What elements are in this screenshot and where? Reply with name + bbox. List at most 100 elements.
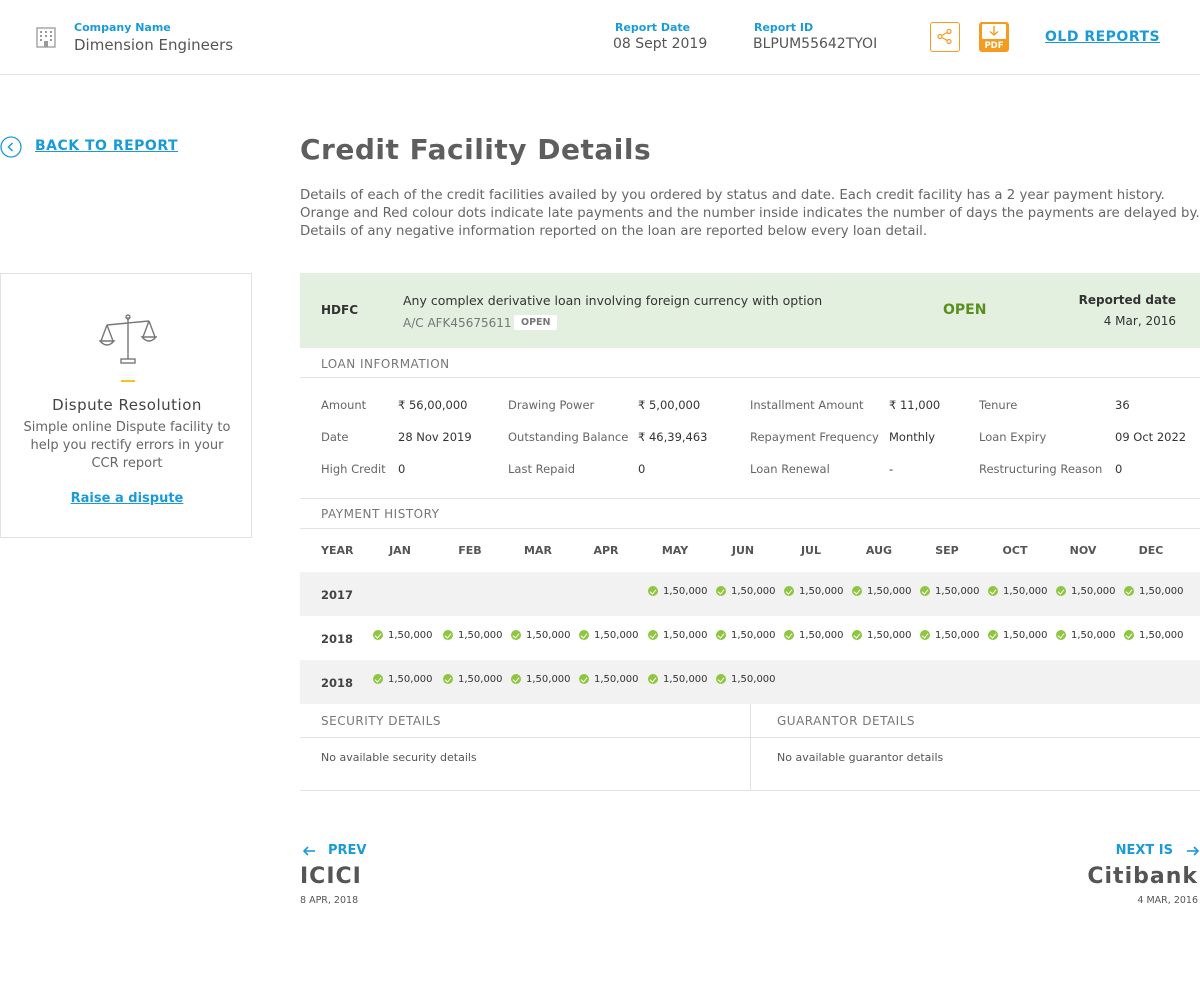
payment-cell: 1,50,000: [579, 674, 639, 685]
prev-label[interactable]: PREV: [328, 843, 366, 858]
bank-name: HDFC: [321, 303, 359, 317]
prev-bank[interactable]: ICICI: [300, 864, 362, 889]
month-header-jun: JUN: [731, 544, 755, 557]
paid-on-time-icon: [852, 586, 862, 596]
payment-year: 2017: [321, 588, 354, 602]
outstanding-balance-value: ₹ 46,39,463: [638, 430, 708, 444]
guarantor-heading: GUARANTOR DETAILS: [777, 714, 916, 728]
scales-icon: [98, 313, 158, 371]
payment-amount: 1,50,000: [388, 630, 433, 641]
paid-on-time-icon: [852, 630, 862, 640]
payment-cell: 1,50,000: [648, 630, 708, 641]
payment-cell: 1,50,000: [716, 674, 776, 685]
month-header-jul: JUL: [800, 544, 822, 557]
month-header-aug: AUG: [865, 544, 893, 557]
payment-history-heading: PAYMENT HISTORY: [321, 507, 440, 521]
dispute-resolution-card: Dispute Resolution Simple online Dispute…: [0, 273, 252, 538]
date-value: 28 Nov 2019: [398, 430, 472, 444]
paid-on-time-icon: [716, 674, 726, 684]
pdf-label: PDF: [984, 41, 1004, 51]
last-repaid-label: Last Repaid: [508, 462, 576, 476]
payment-amount: 1,50,000: [1139, 630, 1184, 641]
payment-cell: 1,50,000: [511, 674, 571, 685]
restructuring-reason-label: Restructuring Reason: [979, 462, 1103, 476]
dispute-text: Simple online Dispute facility to help y…: [23, 420, 231, 471]
next-facility[interactable]: NEXT IS Citibank 4 MAR, 2016: [1050, 842, 1200, 912]
payment-cell: 1,50,000: [648, 586, 708, 597]
payment-cell: 1,50,000: [988, 586, 1048, 597]
raise-dispute-link[interactable]: Raise a dispute: [1, 491, 253, 506]
payment-amount: 1,50,000: [935, 630, 980, 641]
payment-amount: 1,50,000: [867, 630, 912, 641]
pdf-download-icon[interactable]: PDF: [979, 22, 1009, 52]
payment-amount: 1,50,000: [731, 586, 776, 597]
next-date: 4 MAR, 2016: [1137, 895, 1198, 906]
page-description: Details of each of the credit facilities…: [300, 188, 1200, 239]
month-header-feb: FEB: [458, 544, 482, 557]
divider: [300, 528, 1200, 529]
facility-status: OPEN: [943, 302, 987, 318]
divider: [300, 377, 1200, 378]
report-id: BLPUM55642TYOI: [753, 36, 878, 52]
payment-cell: 1,50,000: [373, 630, 433, 641]
amount-value: ₹ 56,00,000: [398, 398, 468, 412]
payment-cell: 1,50,000: [920, 586, 980, 597]
page-title: Credit Facility Details: [300, 133, 652, 166]
payment-cell: 1,50,000: [1124, 586, 1184, 597]
share-icon[interactable]: [930, 22, 960, 52]
payment-cell: 1,50,000: [443, 630, 503, 641]
paid-on-time-icon: [648, 674, 658, 684]
paid-on-time-icon: [511, 630, 521, 640]
next-bank[interactable]: Citibank: [1087, 864, 1198, 889]
payment-cell: 1,50,000: [1124, 630, 1184, 641]
paid-on-time-icon: [511, 674, 521, 684]
paid-on-time-icon: [784, 630, 794, 640]
back-to-report-label[interactable]: BACK TO REPORT: [35, 138, 178, 154]
paid-on-time-icon: [373, 630, 383, 640]
date-label: Date: [321, 430, 349, 444]
payment-amount: 1,50,000: [663, 586, 708, 597]
payment-amount: 1,50,000: [1003, 630, 1048, 641]
paid-on-time-icon: [648, 630, 658, 640]
month-header-nov: NOV: [1069, 544, 1097, 557]
payment-amount: 1,50,000: [799, 630, 844, 641]
next-label[interactable]: NEXT IS: [1116, 843, 1173, 858]
amount-label: Amount: [321, 398, 367, 412]
payment-cell: 1,50,000: [920, 630, 980, 641]
payment-cell: 1,50,000: [443, 674, 503, 685]
payment-year: 2018: [321, 632, 354, 646]
installment-amount-label: Installment Amount: [750, 398, 864, 412]
payment-amount: 1,50,000: [388, 674, 433, 685]
repayment-frequency-label: Repayment Frequency: [750, 430, 879, 444]
payment-amount: 1,50,000: [594, 630, 639, 641]
payment-year: 2018: [321, 676, 354, 690]
payment-amount: 1,50,000: [663, 630, 708, 641]
payment-cell: 1,50,000: [852, 586, 912, 597]
payment-amount: 1,50,000: [1003, 586, 1048, 597]
payment-cell: 1,50,000: [579, 630, 639, 641]
paid-on-time-icon: [579, 674, 589, 684]
month-header-may: MAY: [661, 544, 689, 557]
paid-on-time-icon: [648, 586, 658, 596]
payment-amount: 1,50,000: [867, 586, 912, 597]
payment-amount: 1,50,000: [526, 674, 571, 685]
paid-on-time-icon: [716, 586, 726, 596]
paid-on-time-icon: [1056, 630, 1066, 640]
month-header-dec: DEC: [1138, 544, 1164, 557]
year-header: YEAR: [321, 544, 354, 557]
account-number: A/C AFK45675611: [403, 316, 512, 330]
old-reports-link[interactable]: OLD REPORTS: [1045, 29, 1160, 45]
installment-amount-value: ₹ 11,000: [889, 398, 941, 412]
reported-date: 4 Mar, 2016: [1103, 314, 1176, 328]
payment-cell: 1,50,000: [511, 630, 571, 641]
outstanding-balance-label: Outstanding Balance: [508, 430, 629, 444]
loan-expiry-label: Loan Expiry: [979, 430, 1047, 444]
paid-on-time-icon: [1056, 586, 1066, 596]
last-repaid-value: 0: [638, 462, 646, 476]
top-header: Company Name Dimension Engineers Report …: [0, 0, 1200, 75]
report-id-label: Report ID: [754, 21, 814, 34]
payment-cell: 1,50,000: [784, 630, 844, 641]
payment-cell: 1,50,000: [648, 674, 708, 685]
paid-on-time-icon: [920, 586, 930, 596]
payment-amount: 1,50,000: [1139, 586, 1184, 597]
